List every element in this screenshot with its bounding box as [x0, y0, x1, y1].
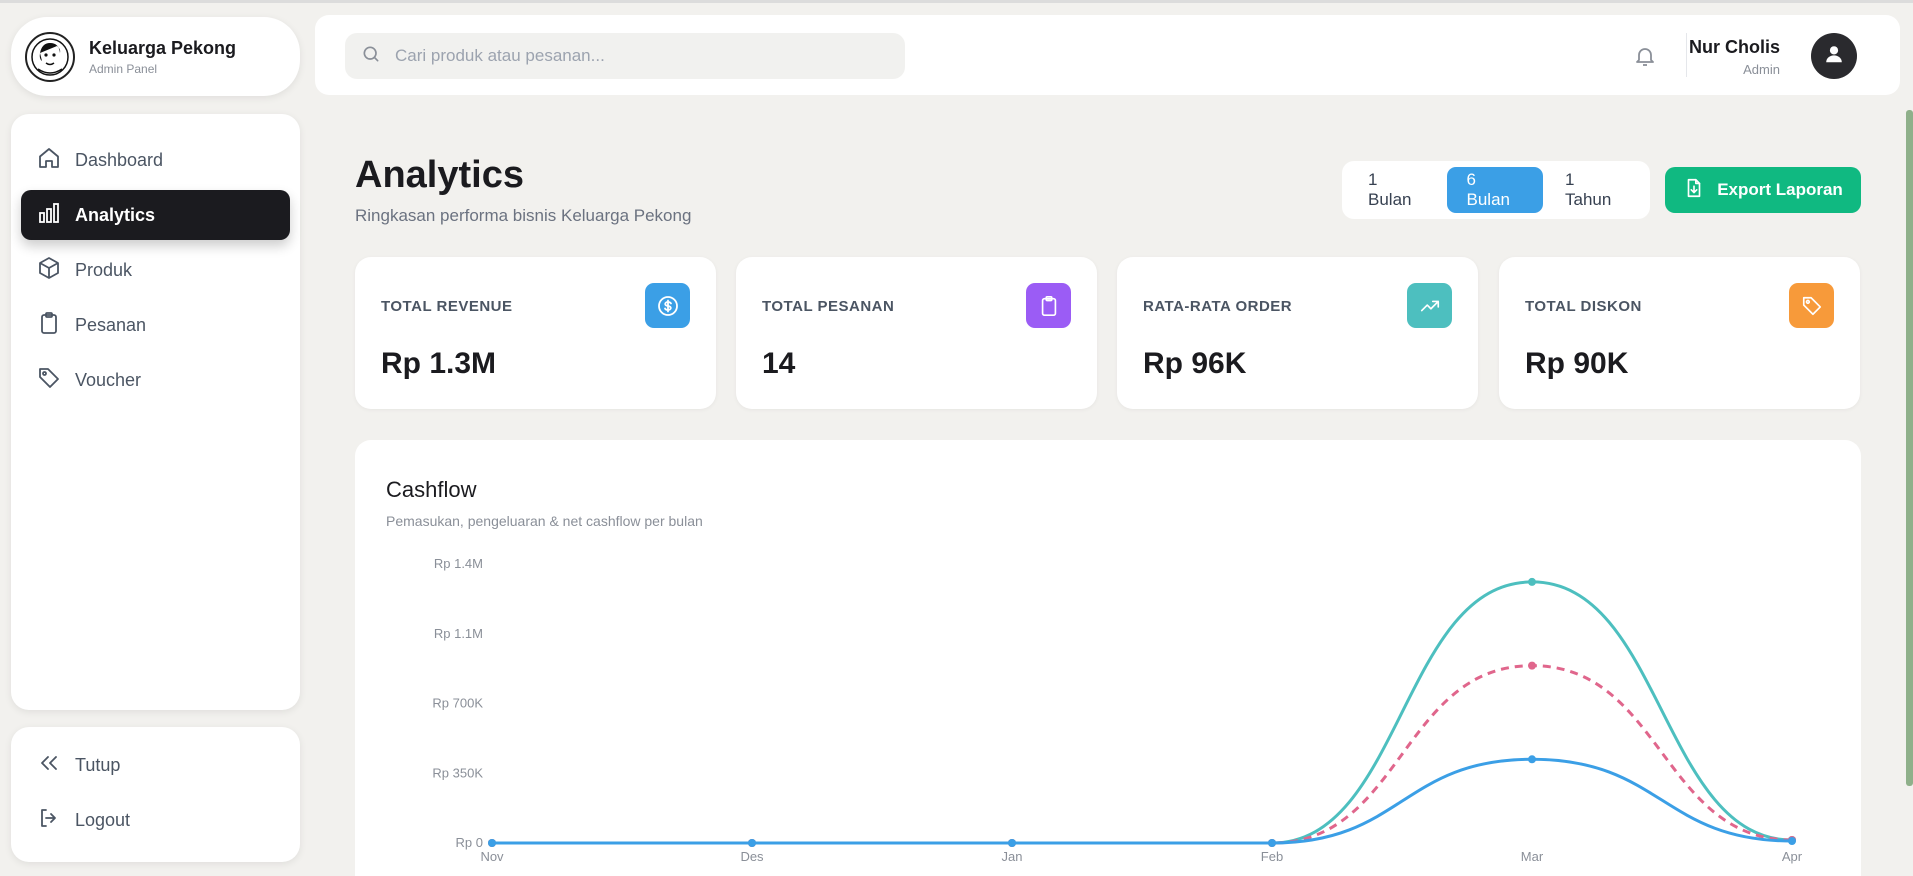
y-tick-label: Rp 700K: [432, 696, 483, 711]
sidebar-item-label: Voucher: [75, 369, 142, 390]
stat-label: TOTAL DISKON: [1525, 298, 1642, 315]
scrollbar[interactable]: [1906, 110, 1913, 786]
clipboard-icon: [37, 311, 61, 340]
search-input[interactable]: [395, 46, 875, 66]
download-file-icon: [1683, 177, 1705, 204]
page-title: Analytics: [355, 154, 524, 196]
brand-subtitle: Admin Panel: [89, 61, 158, 76]
stat-label: TOTAL REVENUE: [381, 298, 513, 315]
box-icon: [37, 256, 61, 285]
series-point-1: [1528, 661, 1536, 670]
top-header: Nur Cholis Admin: [315, 15, 1900, 95]
logout-icon: [37, 806, 61, 835]
cashflow-chart-card: Cashflow Pemasukan, pengeluaran & net ca…: [355, 440, 1861, 876]
series-point-2: [1008, 839, 1016, 847]
search-icon: [361, 44, 381, 69]
stat-card-discount: TOTAL DISKON Rp 90K: [1499, 257, 1860, 409]
series-line-0: [492, 580, 1793, 845]
x-tick-label: Apr: [1782, 849, 1803, 864]
series-point-2: [488, 839, 496, 847]
x-tick-label: Feb: [1261, 849, 1283, 864]
export-report-button[interactable]: Export Laporan: [1665, 167, 1861, 213]
stat-value: Rp 96K: [1143, 347, 1247, 380]
sidebar-item-pesanan[interactable]: Pesanan: [21, 300, 290, 350]
series-line-1: [492, 664, 1793, 845]
x-tick-label: Mar: [1521, 849, 1544, 864]
sidebar-item-label: Tutup: [75, 754, 121, 775]
bell-icon[interactable]: [1633, 44, 1657, 73]
stat-label: RATA-RATA ORDER: [1143, 298, 1293, 315]
x-tick-label: Jan: [1002, 849, 1023, 864]
header-divider: [1686, 33, 1687, 77]
chevrons-left-icon: [37, 751, 61, 780]
stat-card-revenue: TOTAL REVENUE Rp 1.3M: [355, 257, 716, 409]
page-subtitle: Ringkasan performa bisnis Keluarga Pekon…: [355, 206, 692, 225]
series-point-0: [1528, 577, 1536, 586]
cashflow-chart: Rp 0 Rp 350K Rp 700K Rp 1.1M Rp 1.4M Nov Des Ja…: [432, 556, 1803, 864]
sidebar-item-produk[interactable]: Produk: [21, 245, 290, 295]
dollar-icon: [645, 283, 690, 328]
series-point-2: [748, 839, 756, 847]
tag-icon: [1789, 283, 1834, 328]
period-6-bulan[interactable]: 6 Bulan: [1446, 167, 1543, 213]
trending-up-icon: [1407, 283, 1452, 328]
y-tick-label: Rp 1.1M: [434, 626, 483, 641]
period-1-bulan[interactable]: 1 Bulan: [1348, 167, 1445, 213]
user-name: Nur Cholis: [1688, 37, 1780, 57]
bar-chart-icon: [37, 201, 61, 230]
sidebar-item-analytics[interactable]: Analytics: [21, 190, 290, 240]
period-selector: 1 Bulan 6 Bulan 1 Tahun: [1342, 161, 1650, 219]
avatar[interactable]: [1811, 33, 1857, 79]
clipboard-icon: [1026, 283, 1071, 328]
brand-logo: [25, 31, 75, 82]
sidebar-item-voucher[interactable]: Voucher: [21, 355, 290, 405]
user-icon: [1823, 43, 1845, 70]
series-point-2: [1788, 837, 1796, 846]
home-icon: [37, 146, 61, 175]
export-label: Export Laporan: [1717, 180, 1843, 199]
sidebar-item-label: Produk: [75, 259, 133, 280]
stat-label: TOTAL PESANAN: [762, 298, 895, 315]
stat-card-orders: TOTAL PESANAN 14: [736, 257, 1097, 409]
sidebar-item-label: Analytics: [75, 204, 156, 225]
y-tick-label: Rp 0: [456, 835, 483, 850]
search-bar[interactable]: [345, 33, 905, 79]
logout-button[interactable]: Logout: [21, 795, 290, 845]
sidebar-item-dashboard[interactable]: Dashboard: [21, 135, 290, 185]
stat-card-avg-order: RATA-RATA ORDER Rp 96K: [1117, 257, 1478, 409]
sidebar-item-label: Logout: [75, 809, 131, 830]
collapse-sidebar-button[interactable]: Tutup: [21, 740, 290, 790]
y-tick-label: Rp 1.4M: [434, 556, 483, 571]
sidebar-item-label: Dashboard: [75, 149, 164, 170]
series-line-2: [492, 757, 1793, 845]
tag-icon: [37, 366, 61, 395]
series-point-2: [1528, 755, 1536, 764]
user-role: Admin: [1743, 62, 1780, 77]
period-1-tahun[interactable]: 1 Tahun: [1545, 167, 1644, 213]
sidebar: Dashboard Analytics Produk Pesanan Vouch…: [11, 114, 300, 710]
x-tick-label: Nov: [480, 849, 504, 864]
top-border: [0, 0, 1913, 3]
stat-value: Rp 90K: [1525, 347, 1629, 380]
series-point-2: [1268, 839, 1276, 847]
brand-card: Keluarga Pekong Admin Panel: [11, 17, 300, 96]
sidebar-bottom: Tutup Logout: [11, 727, 300, 862]
stat-value: Rp 1.3M: [381, 347, 497, 380]
y-tick-label: Rp 350K: [432, 765, 483, 780]
x-tick-label: Des: [740, 849, 764, 864]
sidebar-item-label: Pesanan: [75, 314, 147, 335]
brand-name: Keluarga Pekong: [89, 37, 237, 58]
stat-value: 14: [762, 347, 796, 380]
